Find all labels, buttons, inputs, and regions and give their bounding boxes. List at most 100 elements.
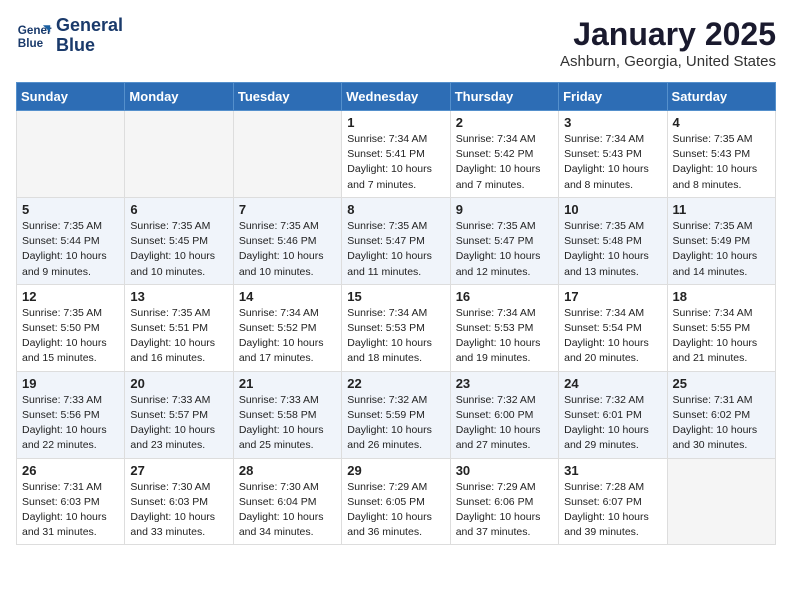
day-info: Sunrise: 7:35 AMSunset: 5:46 PMDaylight:…	[239, 219, 336, 280]
day-info: Sunrise: 7:35 AMSunset: 5:50 PMDaylight:…	[22, 306, 119, 367]
day-number: 14	[239, 289, 336, 304]
calendar-cell: 29 Sunrise: 7:29 AMSunset: 6:05 PMDaylig…	[342, 458, 450, 545]
calendar-subtitle: Ashburn, Georgia, United States	[560, 53, 776, 70]
day-number: 21	[239, 376, 336, 391]
day-info: Sunrise: 7:35 AMSunset: 5:49 PMDaylight:…	[673, 219, 770, 280]
day-info: Sunrise: 7:33 AMSunset: 5:57 PMDaylight:…	[130, 393, 227, 454]
weekday-header-saturday: Saturday	[667, 83, 775, 111]
weekday-header-row: SundayMondayTuesdayWednesdayThursdayFrid…	[17, 83, 776, 111]
day-number: 11	[673, 202, 770, 217]
calendar-table: SundayMondayTuesdayWednesdayThursdayFrid…	[16, 82, 776, 545]
calendar-cell	[233, 111, 341, 198]
day-info: Sunrise: 7:34 AMSunset: 5:53 PMDaylight:…	[347, 306, 444, 367]
day-info: Sunrise: 7:34 AMSunset: 5:52 PMDaylight:…	[239, 306, 336, 367]
weekday-header-wednesday: Wednesday	[342, 83, 450, 111]
day-info: Sunrise: 7:35 AMSunset: 5:47 PMDaylight:…	[456, 219, 553, 280]
day-number: 26	[22, 463, 119, 478]
weekday-header-monday: Monday	[125, 83, 233, 111]
day-info: Sunrise: 7:35 AMSunset: 5:43 PMDaylight:…	[673, 132, 770, 193]
day-number: 20	[130, 376, 227, 391]
calendar-cell: 2 Sunrise: 7:34 AMSunset: 5:42 PMDayligh…	[450, 111, 558, 198]
day-number: 18	[673, 289, 770, 304]
calendar-cell: 20 Sunrise: 7:33 AMSunset: 5:57 PMDaylig…	[125, 371, 233, 458]
day-number: 3	[564, 115, 661, 130]
calendar-cell: 5 Sunrise: 7:35 AMSunset: 5:44 PMDayligh…	[17, 197, 125, 284]
day-info: Sunrise: 7:31 AMSunset: 6:03 PMDaylight:…	[22, 480, 119, 541]
calendar-cell: 9 Sunrise: 7:35 AMSunset: 5:47 PMDayligh…	[450, 197, 558, 284]
calendar-cell: 23 Sunrise: 7:32 AMSunset: 6:00 PMDaylig…	[450, 371, 558, 458]
day-info: Sunrise: 7:32 AMSunset: 6:00 PMDaylight:…	[456, 393, 553, 454]
calendar-cell: 30 Sunrise: 7:29 AMSunset: 6:06 PMDaylig…	[450, 458, 558, 545]
calendar-cell: 17 Sunrise: 7:34 AMSunset: 5:54 PMDaylig…	[559, 284, 667, 371]
calendar-cell: 7 Sunrise: 7:35 AMSunset: 5:46 PMDayligh…	[233, 197, 341, 284]
day-number: 12	[22, 289, 119, 304]
day-number: 8	[347, 202, 444, 217]
svg-text:Blue: Blue	[18, 37, 44, 50]
day-number: 2	[456, 115, 553, 130]
calendar-cell: 21 Sunrise: 7:33 AMSunset: 5:58 PMDaylig…	[233, 371, 341, 458]
day-info: Sunrise: 7:35 AMSunset: 5:47 PMDaylight:…	[347, 219, 444, 280]
day-info: Sunrise: 7:34 AMSunset: 5:55 PMDaylight:…	[673, 306, 770, 367]
day-number: 23	[456, 376, 553, 391]
day-number: 1	[347, 115, 444, 130]
day-number: 7	[239, 202, 336, 217]
day-info: Sunrise: 7:33 AMSunset: 5:58 PMDaylight:…	[239, 393, 336, 454]
calendar-cell: 19 Sunrise: 7:33 AMSunset: 5:56 PMDaylig…	[17, 371, 125, 458]
day-info: Sunrise: 7:32 AMSunset: 5:59 PMDaylight:…	[347, 393, 444, 454]
day-number: 5	[22, 202, 119, 217]
day-number: 10	[564, 202, 661, 217]
calendar-cell: 27 Sunrise: 7:30 AMSunset: 6:03 PMDaylig…	[125, 458, 233, 545]
calendar-cell: 24 Sunrise: 7:32 AMSunset: 6:01 PMDaylig…	[559, 371, 667, 458]
day-info: Sunrise: 7:28 AMSunset: 6:07 PMDaylight:…	[564, 480, 661, 541]
day-number: 9	[456, 202, 553, 217]
calendar-cell	[17, 111, 125, 198]
day-number: 24	[564, 376, 661, 391]
day-info: Sunrise: 7:35 AMSunset: 5:51 PMDaylight:…	[130, 306, 227, 367]
calendar-cell	[667, 458, 775, 545]
calendar-cell: 28 Sunrise: 7:30 AMSunset: 6:04 PMDaylig…	[233, 458, 341, 545]
day-info: Sunrise: 7:35 AMSunset: 5:48 PMDaylight:…	[564, 219, 661, 280]
day-number: 6	[130, 202, 227, 217]
day-number: 17	[564, 289, 661, 304]
day-info: Sunrise: 7:35 AMSunset: 5:45 PMDaylight:…	[130, 219, 227, 280]
day-number: 13	[130, 289, 227, 304]
day-number: 25	[673, 376, 770, 391]
day-info: Sunrise: 7:29 AMSunset: 6:05 PMDaylight:…	[347, 480, 444, 541]
calendar-cell: 14 Sunrise: 7:34 AMSunset: 5:52 PMDaylig…	[233, 284, 341, 371]
day-number: 16	[456, 289, 553, 304]
calendar-cell: 18 Sunrise: 7:34 AMSunset: 5:55 PMDaylig…	[667, 284, 775, 371]
calendar-cell: 6 Sunrise: 7:35 AMSunset: 5:45 PMDayligh…	[125, 197, 233, 284]
calendar-week-row: 5 Sunrise: 7:35 AMSunset: 5:44 PMDayligh…	[17, 197, 776, 284]
calendar-cell: 10 Sunrise: 7:35 AMSunset: 5:48 PMDaylig…	[559, 197, 667, 284]
logo-icon: General Blue	[16, 18, 52, 54]
day-number: 31	[564, 463, 661, 478]
day-number: 19	[22, 376, 119, 391]
day-info: Sunrise: 7:30 AMSunset: 6:03 PMDaylight:…	[130, 480, 227, 541]
calendar-cell: 12 Sunrise: 7:35 AMSunset: 5:50 PMDaylig…	[17, 284, 125, 371]
day-info: Sunrise: 7:31 AMSunset: 6:02 PMDaylight:…	[673, 393, 770, 454]
day-info: Sunrise: 7:34 AMSunset: 5:54 PMDaylight:…	[564, 306, 661, 367]
calendar-week-row: 19 Sunrise: 7:33 AMSunset: 5:56 PMDaylig…	[17, 371, 776, 458]
calendar-cell: 1 Sunrise: 7:34 AMSunset: 5:41 PMDayligh…	[342, 111, 450, 198]
day-number: 22	[347, 376, 444, 391]
logo: General Blue General Blue	[16, 16, 123, 56]
calendar-cell: 25 Sunrise: 7:31 AMSunset: 6:02 PMDaylig…	[667, 371, 775, 458]
day-info: Sunrise: 7:34 AMSunset: 5:42 PMDaylight:…	[456, 132, 553, 193]
day-info: Sunrise: 7:30 AMSunset: 6:04 PMDaylight:…	[239, 480, 336, 541]
day-number: 4	[673, 115, 770, 130]
day-number: 29	[347, 463, 444, 478]
day-info: Sunrise: 7:34 AMSunset: 5:41 PMDaylight:…	[347, 132, 444, 193]
weekday-header-tuesday: Tuesday	[233, 83, 341, 111]
calendar-cell: 16 Sunrise: 7:34 AMSunset: 5:53 PMDaylig…	[450, 284, 558, 371]
calendar-cell: 8 Sunrise: 7:35 AMSunset: 5:47 PMDayligh…	[342, 197, 450, 284]
calendar-cell: 13 Sunrise: 7:35 AMSunset: 5:51 PMDaylig…	[125, 284, 233, 371]
calendar-cell: 31 Sunrise: 7:28 AMSunset: 6:07 PMDaylig…	[559, 458, 667, 545]
calendar-cell: 22 Sunrise: 7:32 AMSunset: 5:59 PMDaylig…	[342, 371, 450, 458]
day-info: Sunrise: 7:29 AMSunset: 6:06 PMDaylight:…	[456, 480, 553, 541]
day-number: 28	[239, 463, 336, 478]
calendar-cell: 4 Sunrise: 7:35 AMSunset: 5:43 PMDayligh…	[667, 111, 775, 198]
day-info: Sunrise: 7:34 AMSunset: 5:43 PMDaylight:…	[564, 132, 661, 193]
weekday-header-thursday: Thursday	[450, 83, 558, 111]
calendar-week-row: 12 Sunrise: 7:35 AMSunset: 5:50 PMDaylig…	[17, 284, 776, 371]
calendar-cell: 15 Sunrise: 7:34 AMSunset: 5:53 PMDaylig…	[342, 284, 450, 371]
